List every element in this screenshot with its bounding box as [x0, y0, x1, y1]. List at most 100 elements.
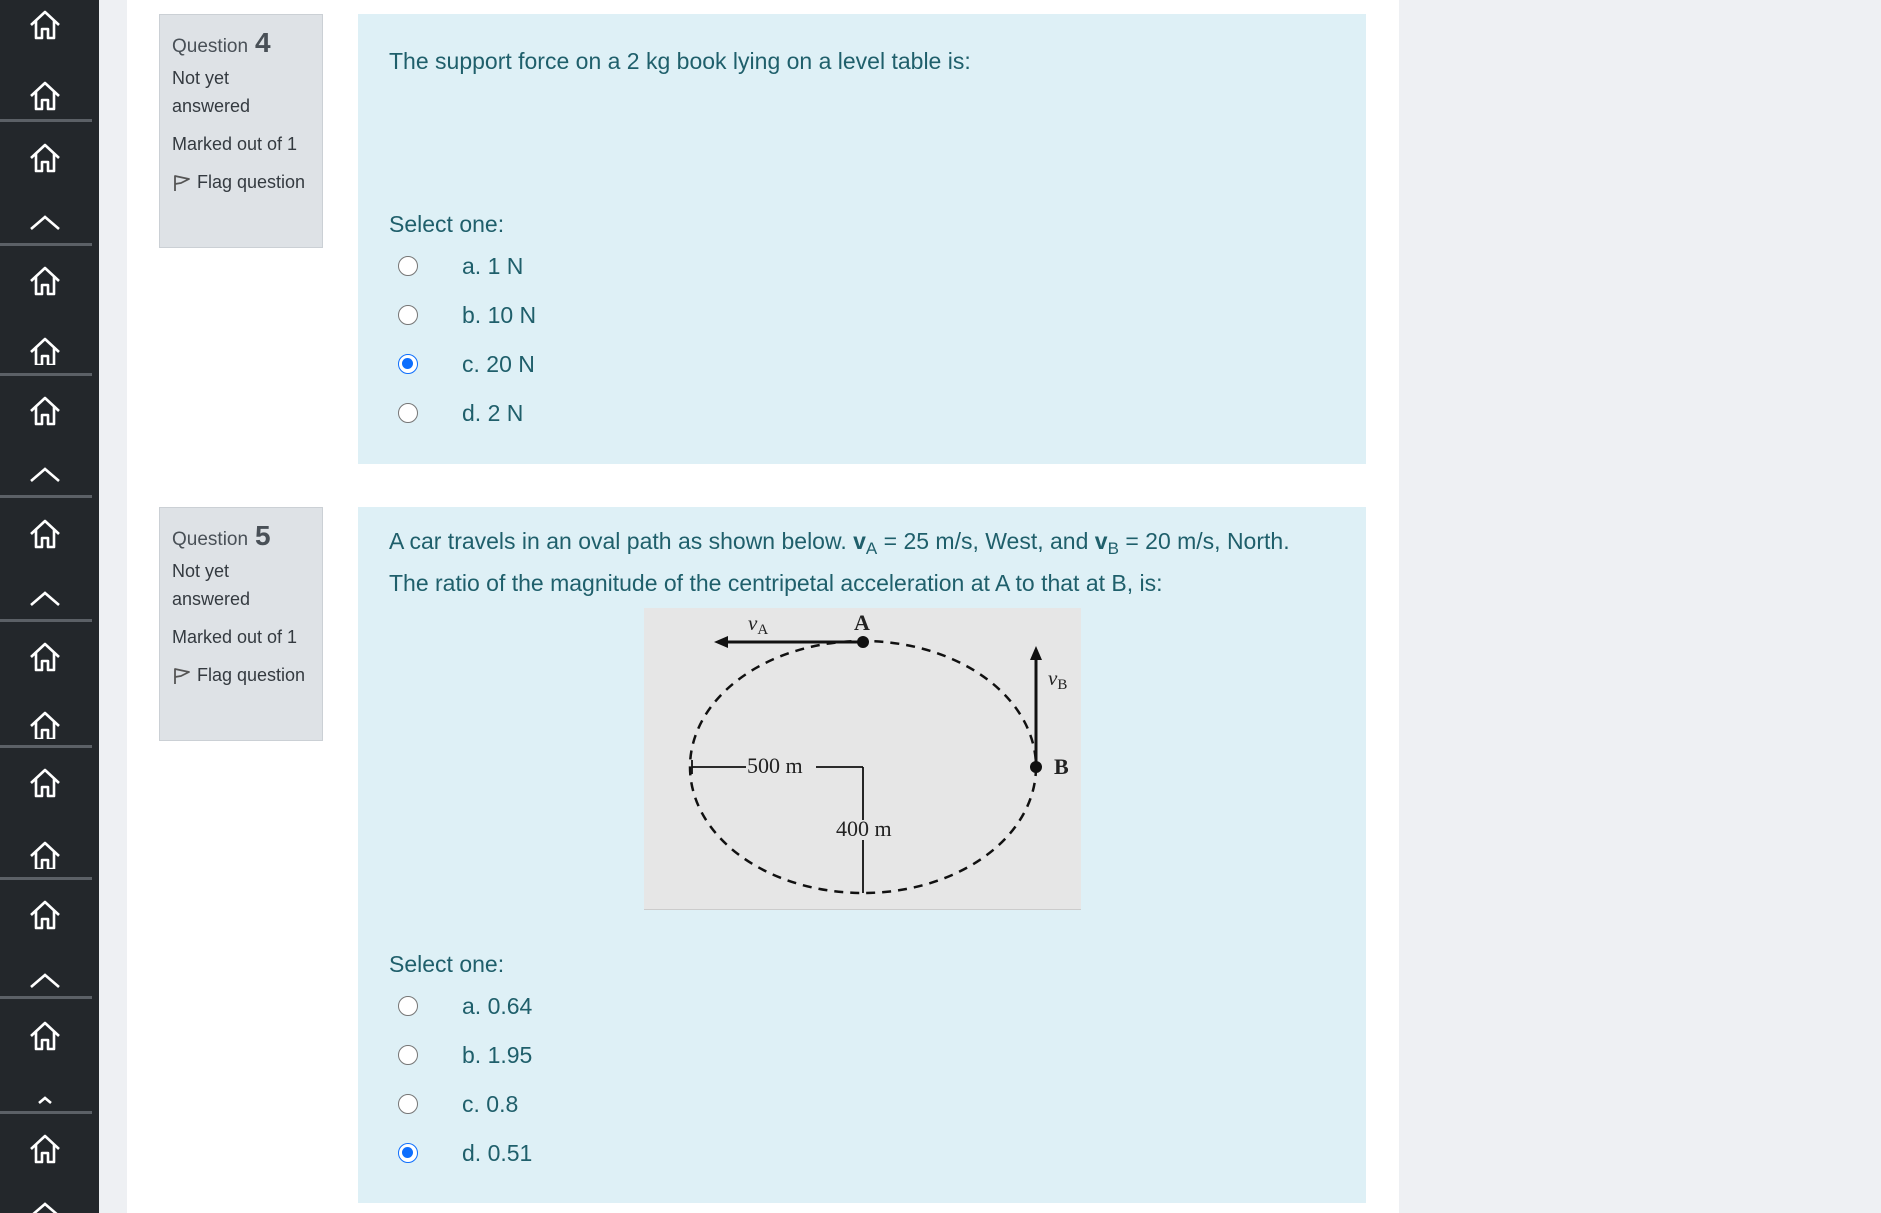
home-icon — [30, 711, 60, 739]
option-label: b. 1.95 — [462, 1041, 533, 1068]
select-one-prompt: Select one: — [389, 951, 505, 977]
nav-home-icon[interactable] — [0, 330, 99, 370]
radio-button[interactable] — [398, 1094, 418, 1114]
point-a — [857, 636, 869, 648]
label-vb: vB — [1048, 666, 1067, 693]
flag-icon — [174, 175, 190, 192]
question-label: Question — [172, 36, 249, 57]
chevron-up-icon — [30, 973, 60, 988]
nav-divider — [0, 373, 92, 376]
home-icon — [30, 1021, 60, 1051]
option-label: a. 0.64 — [462, 992, 533, 1019]
nav-home-icon[interactable] — [0, 895, 99, 935]
velocity-b-arrowhead — [1030, 646, 1042, 660]
home-icon — [30, 81, 60, 111]
flag-label: Flag question — [197, 665, 306, 685]
nav-home-icon[interactable] — [0, 5, 99, 45]
label-400m: 400 m — [836, 816, 892, 841]
nav-home-icon[interactable] — [0, 834, 99, 874]
velocity-a-symbol: v — [853, 528, 866, 554]
nav-chevron-up-icon[interactable] — [0, 579, 99, 619]
text-segment: A car travels in an oval path as shown b… — [389, 528, 854, 554]
home-icon — [30, 266, 60, 296]
home-icon — [30, 10, 60, 40]
velocity-b-subscript: B — [1107, 539, 1119, 558]
nav-home-icon[interactable] — [0, 261, 99, 301]
label-b: B — [1054, 754, 1069, 779]
question-number: Question 5 — [172, 522, 310, 554]
question-box-4: The support force on a 2 kg book lying o… — [358, 14, 1366, 464]
nav-home-icon[interactable] — [0, 391, 99, 431]
radio-button-selected[interactable] — [398, 1143, 418, 1163]
nav-chevron-up-icon[interactable] — [0, 203, 99, 243]
option-label: c. 20 N — [462, 350, 535, 377]
nav-home-icon[interactable] — [0, 1129, 99, 1169]
text-segment: = 20 m/s, North. — [1118, 528, 1290, 554]
answer-option[interactable]: a. 1 N — [398, 251, 523, 281]
label-va-subscript: A — [757, 622, 768, 638]
radio-button[interactable] — [398, 305, 418, 325]
nav-home-icon[interactable] — [0, 637, 99, 677]
velocity-a-arrowhead — [714, 636, 728, 648]
option-label: d. 2 N — [462, 399, 524, 426]
nav-home-icon[interactable] — [0, 1016, 99, 1056]
option-label: a. 1 N — [462, 252, 524, 279]
nav-home-icon[interactable] — [0, 138, 99, 178]
nav-divider — [0, 1111, 92, 1114]
question-num: 5 — [255, 520, 271, 551]
nav-divider — [0, 996, 92, 999]
answer-option[interactable]: b. 1.95 — [398, 1040, 532, 1070]
answer-option[interactable]: a. 0.64 — [398, 991, 532, 1021]
option-label: b. 10 N — [462, 301, 537, 328]
nav-chevron-up-icon[interactable] — [0, 455, 99, 495]
home-icon — [30, 519, 60, 549]
home-icon — [30, 900, 60, 930]
question-text: A car travels in an oval path as shown b… — [389, 524, 1290, 601]
flag-label: Flag question — [197, 172, 306, 192]
chevron-up-icon — [38, 1096, 52, 1104]
flag-question-link[interactable]: Flag question — [172, 168, 310, 196]
answer-option[interactable]: d. 2 N — [398, 398, 523, 428]
answer-option[interactable]: b. 10 N — [398, 300, 536, 330]
question-text-line-1: A car travels in an oval path as shown b… — [389, 524, 1290, 566]
option-label: d. 0.51 — [462, 1139, 533, 1166]
radio-button[interactable] — [398, 256, 418, 276]
label-vb-subscript: B — [1057, 677, 1067, 693]
chevron-up-icon — [30, 467, 60, 482]
question-label: Question — [172, 529, 249, 550]
nav-chevron-up-icon[interactable] — [0, 1190, 99, 1213]
nav-home-icon[interactable] — [0, 704, 99, 744]
label-va: vA — [748, 611, 768, 638]
question-grade: Marked out of 1 — [172, 627, 298, 647]
select-one-prompt: Select one: — [389, 211, 505, 237]
flag-question-link[interactable]: Flag question — [172, 661, 310, 689]
answer-option[interactable]: d. 0.51 — [398, 1138, 532, 1168]
nav-home-icon[interactable] — [0, 763, 99, 803]
flag-icon — [174, 668, 190, 685]
question-state: Not yet answered — [172, 68, 251, 116]
home-icon — [30, 337, 60, 365]
right-panel — [1399, 0, 1881, 1213]
answer-option[interactable]: c. 20 N — [398, 349, 535, 379]
radio-button[interactable] — [398, 996, 418, 1016]
nav-divider — [0, 745, 92, 748]
nav-chevron-up-icon[interactable] — [0, 1080, 99, 1120]
question-text: The support force on a 2 kg book lying o… — [389, 48, 971, 74]
question-text-line-2: The ratio of the magnitude of the centri… — [389, 570, 1163, 596]
question-box-5: A car travels in an oval path as shown b… — [358, 507, 1366, 1203]
nav-chevron-up-icon[interactable] — [0, 961, 99, 1001]
radio-button[interactable] — [398, 1045, 418, 1065]
answer-option[interactable]: c. 0.8 — [398, 1089, 518, 1119]
nav-home-icon[interactable] — [0, 514, 99, 554]
home-icon — [30, 396, 60, 426]
velocity-b-symbol: v — [1094, 528, 1108, 554]
point-b — [1030, 761, 1042, 773]
radio-button[interactable] — [398, 403, 418, 423]
question-state: Not yet answered — [172, 561, 251, 609]
nav-divider — [0, 495, 92, 498]
left-sidebar — [0, 0, 99, 1213]
question-number: Question 4 — [172, 29, 310, 61]
nav-home-icon[interactable] — [0, 76, 99, 116]
radio-button-selected[interactable] — [398, 354, 418, 374]
chevron-up-icon — [30, 215, 60, 230]
